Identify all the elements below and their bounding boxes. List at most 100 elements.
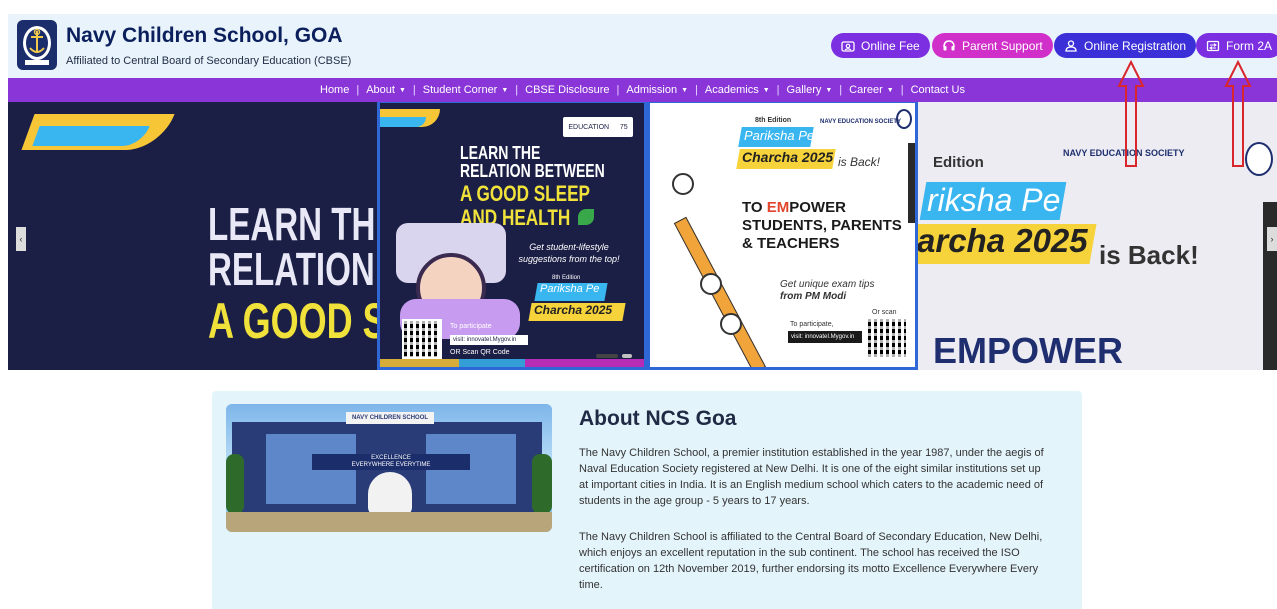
badge-number: 75 bbox=[619, 123, 628, 131]
slide-a-edition: 8th Edition bbox=[552, 275, 581, 281]
slide-b-to: TO bbox=[742, 199, 767, 216]
slide-b-teachers: & TEACHERS bbox=[742, 235, 840, 252]
form-exchange-icon bbox=[1206, 39, 1220, 53]
carousel-indicators bbox=[596, 354, 632, 358]
slide-b-society: NAVY EDUCATION SOCIETY bbox=[820, 119, 902, 125]
nav-separator: | bbox=[900, 84, 904, 96]
main-nav: Home | About ▼ | Student Corner ▼ | CBSE D… bbox=[8, 78, 1277, 102]
slide-b-students-parents: STUDENTS, PARENTS bbox=[742, 217, 902, 234]
bg-back: is Back! bbox=[1099, 240, 1199, 270]
nav-label: Student Corner bbox=[422, 84, 498, 96]
photo-ground bbox=[226, 512, 552, 532]
slide-a-or-scan: OR Scan QR Code bbox=[450, 349, 510, 356]
bg-edition: Edition bbox=[933, 154, 984, 171]
parent-support-button[interactable]: Parent Support bbox=[932, 33, 1053, 58]
slide-a-tagline: Get student-lifestyle suggestions from t… bbox=[518, 242, 620, 264]
carousel-prev-button[interactable]: ‹ bbox=[16, 227, 26, 251]
photo-tree bbox=[532, 454, 552, 514]
site-title: Navy Children School, GOA bbox=[66, 24, 343, 47]
about-title: About NCS Goa bbox=[579, 407, 737, 430]
slide-b-power: POWER bbox=[789, 199, 846, 216]
qr-code-overlay bbox=[402, 319, 442, 359]
photo-tree bbox=[226, 454, 244, 514]
nav-separator: | bbox=[356, 84, 360, 96]
slide-b-back: is Back! bbox=[838, 155, 881, 169]
online-registration-label: Online Registration bbox=[1084, 38, 1187, 53]
nav-label: Career bbox=[849, 84, 883, 96]
carousel-next-button[interactable]: › bbox=[1267, 227, 1277, 251]
nav-label: Home bbox=[320, 84, 350, 96]
carousel-dot[interactable] bbox=[596, 354, 618, 358]
badge-text: EDUCATION bbox=[568, 123, 610, 131]
site-header: Navy Children School, GOA Affiliated to … bbox=[8, 14, 1277, 78]
nav-item-contact-us[interactable]: Contact Us bbox=[911, 84, 965, 96]
decorative-bar bbox=[380, 359, 644, 367]
online-fee-label: Online Fee bbox=[861, 38, 920, 53]
slide-a-visit: visit: innovateI.Mygov.in bbox=[450, 335, 528, 345]
bg-headline-line3: A GOOD S bbox=[208, 293, 387, 349]
user-register-icon bbox=[1064, 39, 1078, 53]
nav-separator: | bbox=[776, 84, 780, 96]
bg-pariksha: riksha Pe bbox=[927, 182, 1061, 218]
nav-label: About bbox=[366, 84, 395, 96]
chevron-down-icon: ▼ bbox=[825, 86, 833, 94]
nav-item-about[interactable]: About ▼ bbox=[366, 84, 406, 96]
online-fee-button[interactable]: Online Fee bbox=[831, 33, 930, 58]
nav-item-career[interactable]: Career ▼ bbox=[849, 84, 894, 96]
chevron-down-icon: ▼ bbox=[762, 86, 770, 94]
form-2a-button[interactable]: Form 2A bbox=[1196, 33, 1277, 58]
headset-icon bbox=[942, 39, 956, 53]
nav-separator: | bbox=[839, 84, 843, 96]
slide-b-participate: To participate, bbox=[790, 321, 834, 328]
qr-code-overlay bbox=[868, 319, 906, 357]
nav-label: Contact Us bbox=[910, 84, 965, 96]
nav-separator: | bbox=[515, 84, 519, 96]
nav-item-gallery[interactable]: Gallery ▼ bbox=[787, 84, 833, 96]
nav-item-student-corner[interactable]: Student Corner ▼ bbox=[423, 84, 509, 96]
photo-banner: EXCELLENCE EVERYWHERE EVERYTIME bbox=[312, 454, 470, 470]
education-badge: EDUCATION 75 bbox=[563, 117, 633, 137]
id-card-icon bbox=[841, 39, 855, 53]
slide-b-or-scan: Or scan bbox=[872, 309, 897, 316]
nav-item-home[interactable]: Home bbox=[320, 84, 349, 96]
slide-a-pariksha: Pariksha Pe bbox=[540, 283, 600, 295]
nav-item-academics[interactable]: Academics ▼ bbox=[705, 84, 770, 96]
nav-label: Gallery bbox=[786, 84, 822, 96]
nav-item-cbse-disclosure[interactable]: CBSE Disclosure bbox=[525, 84, 609, 96]
slide-b-edition: 8th Edition bbox=[755, 117, 792, 124]
slide-a-line2: RELATION BETWEEN bbox=[460, 161, 605, 181]
carousel-slide-empower[interactable]: NAVY EDUCATION SOCIETY 8th Edition Parik… bbox=[647, 102, 918, 370]
slide-b-tips1: Get unique exam tips bbox=[780, 279, 875, 290]
nav-separator: | bbox=[412, 84, 416, 96]
slide-a-charcha: Charcha 2025 bbox=[534, 303, 613, 317]
carousel-background-left: LEARN THE RELATION B A GOOD S bbox=[8, 102, 408, 370]
bg-charcha: archa 2025 bbox=[917, 222, 1088, 259]
about-paragraph-2: The Navy Children School is affiliated t… bbox=[579, 531, 1043, 591]
chevron-down-icon: ▼ bbox=[398, 86, 406, 94]
chevron-down-icon: ▼ bbox=[681, 86, 689, 94]
carousel-background-right: Edition NAVY EDUCATION SOCIETY riksha Pe… bbox=[909, 102, 1277, 370]
nav-label: CBSE Disclosure bbox=[525, 84, 610, 96]
student-figure-illustration bbox=[672, 173, 694, 195]
photo-sign: NAVY CHILDREN SCHOOL bbox=[346, 412, 434, 424]
chevron-down-icon: ▼ bbox=[886, 86, 894, 94]
student-figure-illustration bbox=[720, 313, 742, 335]
nav-items: Home | About ▼ | Student Corner ▼ | CBSE D… bbox=[320, 78, 965, 102]
decorative-arc bbox=[32, 126, 150, 146]
decorative-arc bbox=[380, 117, 426, 127]
carousel-slide-sleep-health[interactable]: EDUCATION 75 LEARN THE RELATION BETWEEN … bbox=[377, 102, 647, 370]
nav-separator: | bbox=[695, 84, 698, 96]
online-registration-button[interactable]: Online Registration bbox=[1054, 33, 1197, 58]
slide-b-charcha: Charcha 2025 bbox=[742, 149, 834, 165]
slide-b-visit: visit: innovateI.Mygov.in bbox=[788, 331, 862, 343]
hero-carousel: LEARN THE RELATION B A GOOD S Edition NA… bbox=[8, 102, 1277, 370]
bg-empower: EMPOWER bbox=[933, 330, 1124, 370]
nav-item-admission[interactable]: Admission ▼ bbox=[626, 84, 688, 96]
navy-anchor-crest-icon[interactable] bbox=[17, 20, 57, 70]
carousel-dot[interactable] bbox=[622, 354, 632, 358]
slide-a-line3: A GOOD SLEEP bbox=[460, 181, 590, 206]
about-section: NAVY CHILDREN SCHOOL EXCELLENCE EVERYWHE… bbox=[212, 391, 1082, 609]
school-building-photo: NAVY CHILDREN SCHOOL EXCELLENCE EVERYWHE… bbox=[226, 404, 552, 532]
slide-b-pariksha: Pariksha Pe bbox=[744, 128, 815, 143]
student-figure-illustration bbox=[700, 273, 722, 295]
